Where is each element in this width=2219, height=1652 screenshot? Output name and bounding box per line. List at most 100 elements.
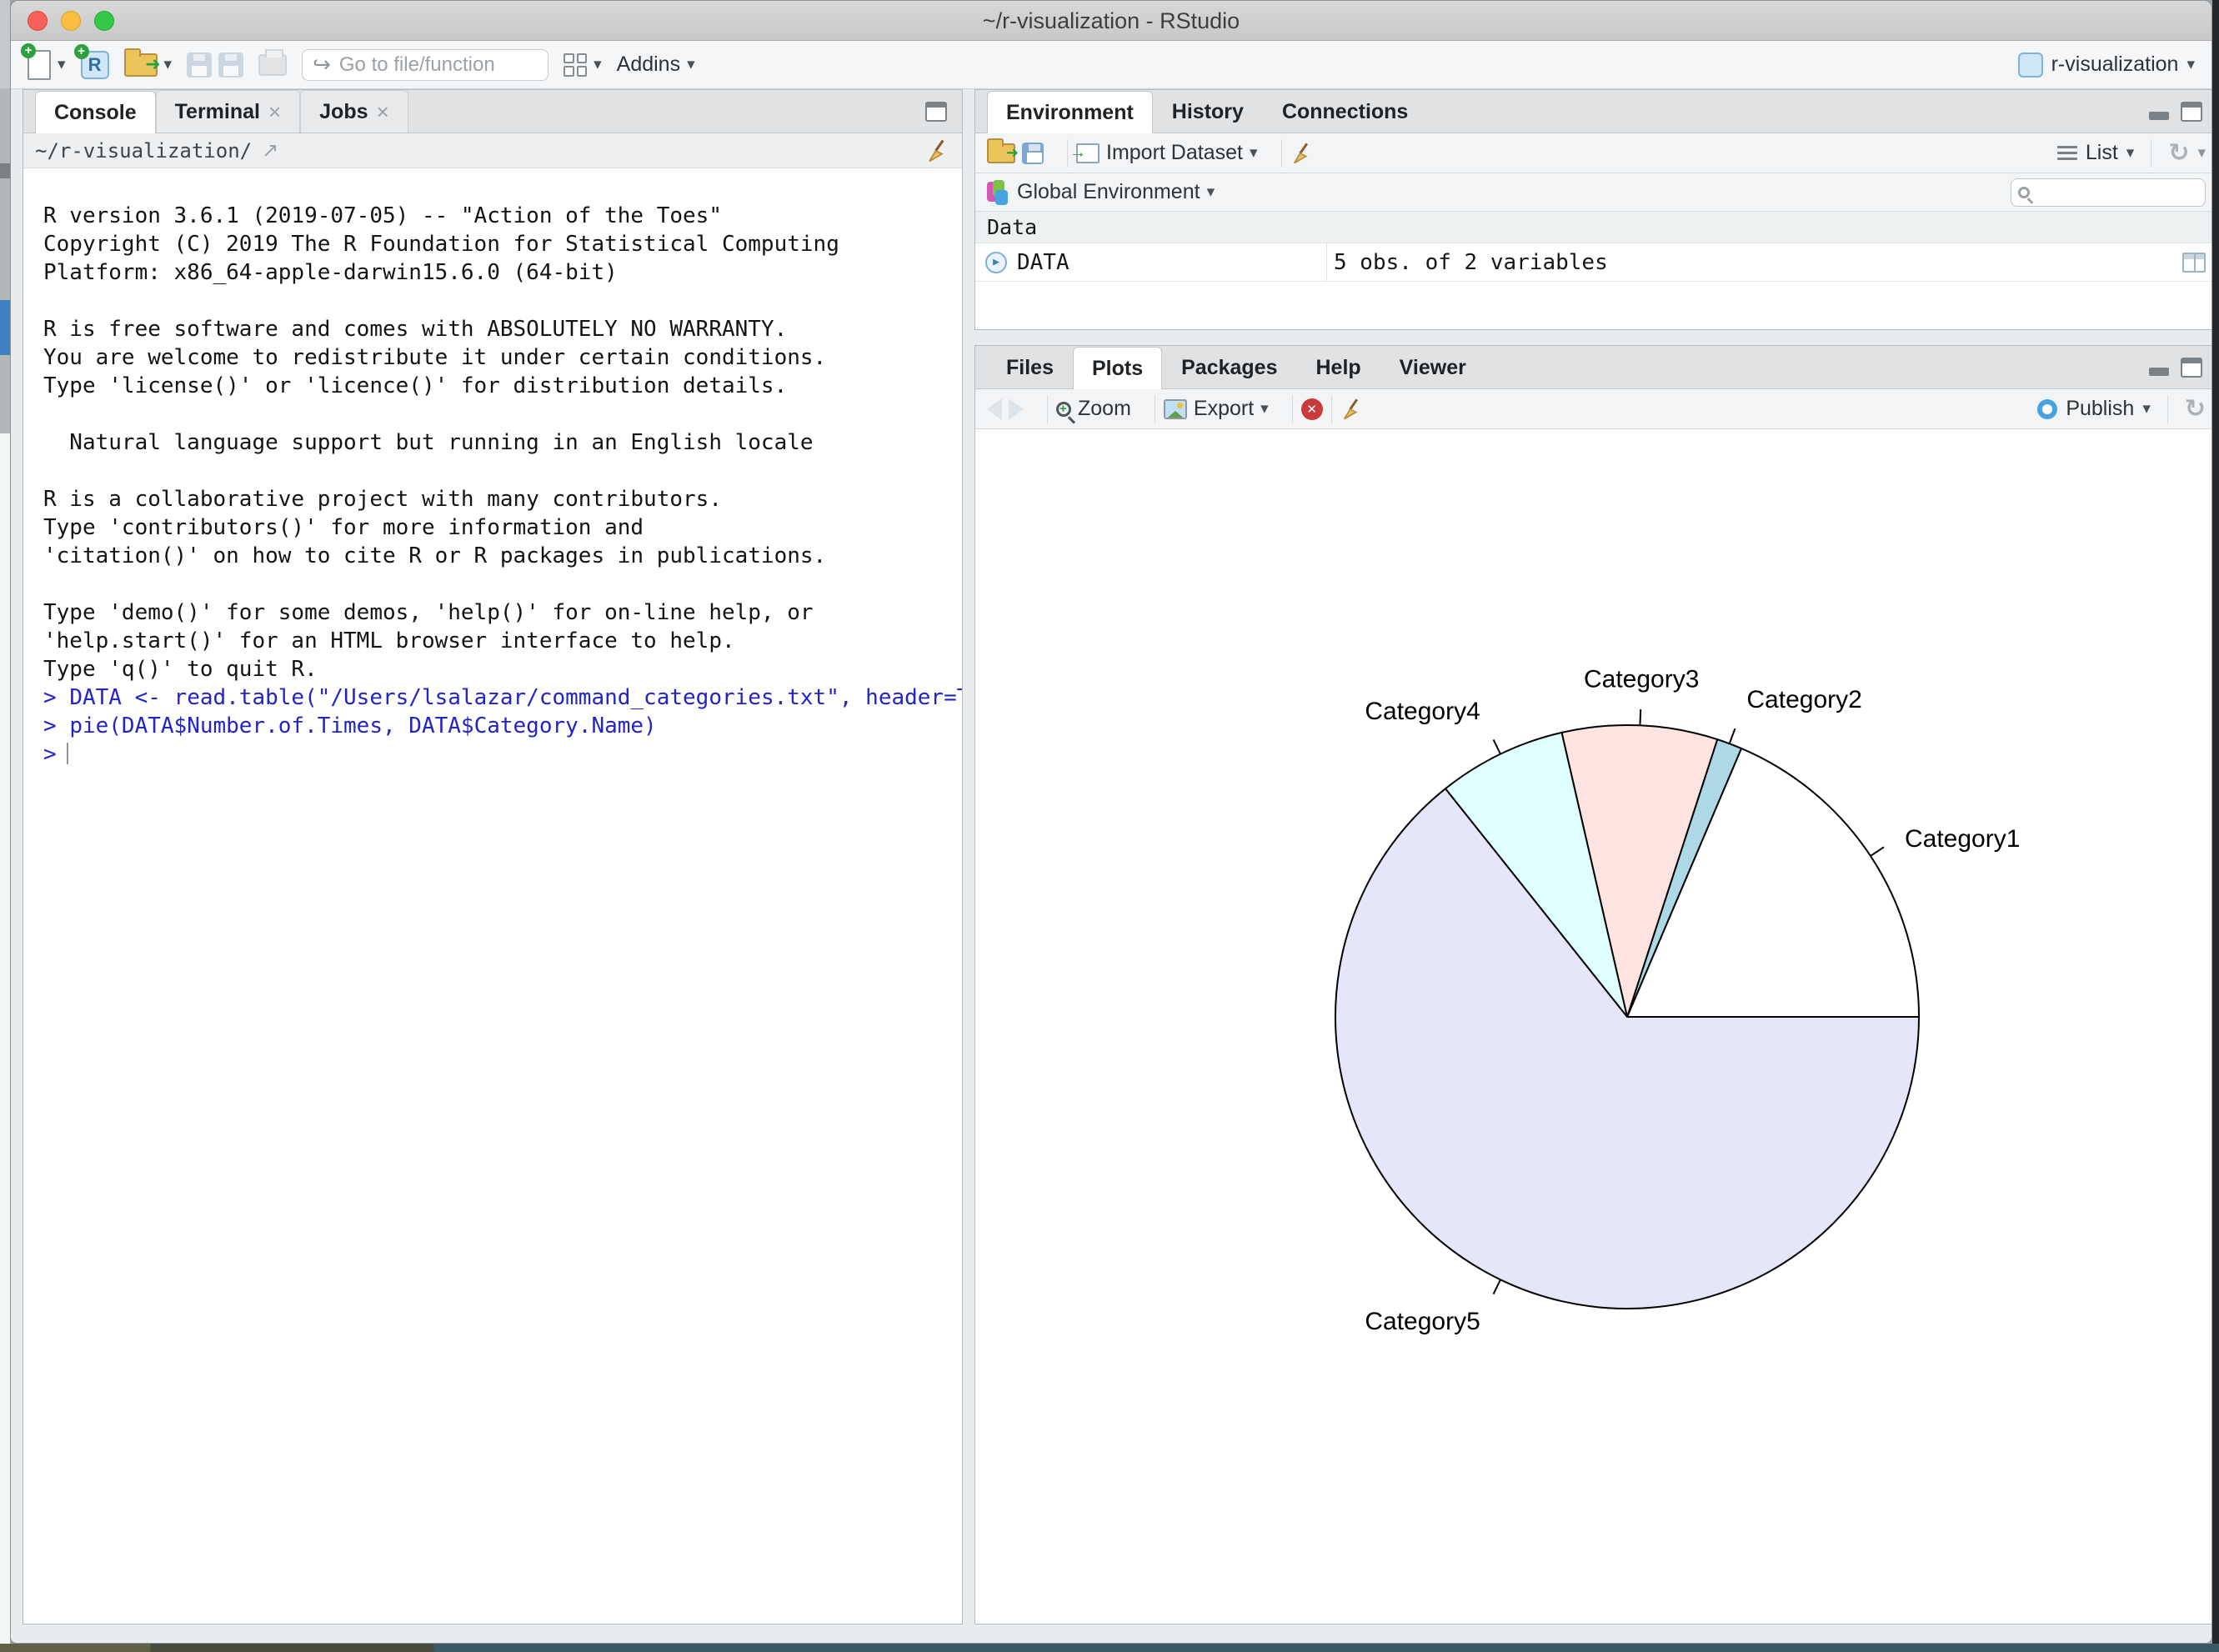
- export-plot-button[interactable]: Export: [1194, 397, 1254, 421]
- tab-help-label: Help: [1315, 348, 1360, 388]
- tab-environment-label: Environment: [1006, 93, 1134, 133]
- addins-caret[interactable]: ▾: [687, 57, 695, 73]
- screenshot-root: { "window": { "title": "~/r-visualizatio…: [0, 0, 2219, 1652]
- pie-label-tick: [1871, 847, 1884, 856]
- close-jobs-tab-icon[interactable]: ×: [377, 92, 389, 133]
- refresh-plot-icon[interactable]: ↻: [2185, 394, 2206, 423]
- list-view-caret[interactable]: ▾: [2126, 145, 2135, 161]
- import-dataset-icon: [1076, 143, 1099, 163]
- environment-search-box[interactable]: [2011, 178, 2206, 207]
- publish-button[interactable]: Publish: [2066, 397, 2134, 421]
- open-file-icon[interactable]: ➜: [124, 53, 158, 77]
- tab-terminal[interactable]: Terminal ×: [156, 90, 301, 133]
- tab-help[interactable]: Help: [1296, 346, 1380, 388]
- project-menu-caret[interactable]: ▾: [2186, 57, 2195, 73]
- maximize-plots-pane-icon[interactable]: [2181, 358, 2202, 378]
- open-directory-arrow-icon[interactable]: ↗: [262, 138, 278, 163]
- tab-console[interactable]: Console: [35, 91, 156, 133]
- go-to-file-input[interactable]: [339, 53, 538, 77]
- export-plot-icon: [1164, 399, 1187, 419]
- new-file-dropdown-caret[interactable]: ▾: [58, 57, 66, 73]
- background-selection-highlight: [0, 300, 10, 355]
- window-title: ~/r-visualization - RStudio: [11, 1, 2211, 41]
- new-file-icon[interactable]: +: [28, 50, 51, 80]
- tab-jobs[interactable]: Jobs ×: [300, 90, 408, 133]
- import-dataset-caret[interactable]: ▾: [1250, 145, 1258, 161]
- tab-terminal-label: Terminal: [175, 92, 260, 133]
- tab-history[interactable]: History: [1153, 90, 1263, 133]
- tab-connections[interactable]: Connections: [1263, 90, 1427, 133]
- environment-search-input[interactable]: [2035, 182, 2198, 203]
- object-name: DATA: [1017, 250, 1069, 275]
- pie-chart: Category1Category2Category3Category4Cate…: [975, 429, 2212, 1624]
- print-icon: [258, 54, 287, 76]
- pie-label-tick: [1730, 728, 1736, 743]
- maximize-console-pane-icon[interactable]: [925, 102, 947, 122]
- zoom-window-button[interactable]: [94, 11, 114, 31]
- project-menu-button[interactable]: r-visualization: [2051, 53, 2179, 77]
- clear-environment-broom-icon[interactable]: [1290, 142, 1314, 165]
- save-icon: [187, 53, 212, 78]
- previous-plot-icon: [987, 398, 1002, 420]
- minimize-window-button[interactable]: [61, 11, 81, 31]
- minimize-environment-pane-icon[interactable]: [2149, 112, 2169, 120]
- console-startup-text: R version 3.6.1 (2019-07-05) -- "Action …: [23, 168, 962, 683]
- publish-icon: [2037, 399, 2057, 419]
- console-prompt-line[interactable]: >: [23, 740, 962, 768]
- clear-console-broom-icon[interactable]: [925, 138, 950, 163]
- maximize-environment-pane-icon[interactable]: [2181, 102, 2202, 122]
- list-view-button[interactable]: List: [2086, 141, 2118, 165]
- console-command-line: > pie(DATA$Number.of.Times, DATA$Categor…: [23, 712, 962, 740]
- refresh-environment-icon[interactable]: ↻: [2168, 138, 2189, 168]
- global-environment-caret[interactable]: ▾: [1207, 184, 1215, 200]
- list-view-icon: [2057, 143, 2077, 163]
- console-output-area[interactable]: R version 3.6.1 (2019-07-05) -- "Action …: [23, 168, 962, 1624]
- tab-plots-label: Plots: [1092, 348, 1143, 389]
- go-to-file-box[interactable]: ↪: [302, 49, 548, 81]
- view-data-grid-icon[interactable]: [2182, 253, 2206, 273]
- refresh-caret[interactable]: ▾: [2197, 145, 2206, 161]
- clear-all-plots-broom-icon[interactable]: [1340, 398, 1364, 421]
- working-directory: ~/r-visualization/: [35, 139, 252, 163]
- tab-files[interactable]: Files: [987, 346, 1073, 388]
- publish-caret[interactable]: ▾: [2142, 401, 2151, 417]
- console-panel: Console Terminal × Jobs × ~/r-visualizat…: [23, 89, 963, 1624]
- tab-environment[interactable]: Environment: [987, 91, 1153, 133]
- next-plot-icon: [1009, 398, 1024, 420]
- save-workspace-icon[interactable]: [1022, 143, 1044, 164]
- pie-label-category5: Category5: [1365, 1308, 1480, 1335]
- addins-button[interactable]: Addins: [617, 53, 680, 77]
- command-text: DATA <- read.table("/Users/lsalazar/comm…: [69, 685, 962, 710]
- plots-toolbar: + Zoom Export ▾ ✕ Publish ▾ ↻: [975, 389, 2212, 429]
- pie-label-category2: Category2: [1746, 686, 1861, 713]
- command-text: pie(DATA$Number.of.Times, DATA$Category.…: [69, 713, 656, 738]
- plot-display-area: Category1Category2Category3Category4Cate…: [975, 429, 2212, 1624]
- text-cursor: [67, 743, 68, 764]
- background-sliver-bottom: [0, 1644, 2219, 1652]
- environment-object-row[interactable]: ▶ DATA 5 obs. of 2 variables: [975, 243, 2212, 282]
- open-recent-dropdown-caret[interactable]: ▾: [164, 57, 173, 73]
- close-terminal-tab-icon[interactable]: ×: [268, 92, 281, 133]
- tab-viewer[interactable]: Viewer: [1380, 346, 1485, 388]
- tab-plots[interactable]: Plots: [1073, 347, 1162, 389]
- global-environment-selector[interactable]: Global Environment: [1017, 180, 1200, 204]
- import-dataset-button[interactable]: Import Dataset: [1106, 141, 1243, 165]
- expand-object-icon[interactable]: ▶: [985, 252, 1007, 273]
- pie-label-tick: [1494, 739, 1500, 753]
- load-workspace-icon[interactable]: ➜: [987, 143, 1015, 163]
- new-project-icon[interactable]: R+: [81, 51, 109, 79]
- background-window-sliver-left: [0, 0, 10, 1652]
- pane-layout-icon[interactable]: [564, 53, 587, 77]
- close-window-button[interactable]: [28, 11, 48, 31]
- title-bar[interactable]: ~/r-visualization - RStudio: [11, 1, 2211, 41]
- tab-packages[interactable]: Packages: [1162, 346, 1296, 388]
- zoom-plot-button[interactable]: Zoom: [1078, 397, 1131, 421]
- tab-packages-label: Packages: [1181, 348, 1277, 388]
- tab-jobs-label: Jobs: [319, 92, 368, 133]
- minimize-plots-pane-icon[interactable]: [2149, 368, 2169, 376]
- remove-plot-icon[interactable]: ✕: [1301, 398, 1323, 420]
- background-segment: [0, 163, 10, 178]
- pane-layout-caret[interactable]: ▾: [594, 57, 602, 73]
- export-plot-caret[interactable]: ▾: [1260, 401, 1269, 417]
- prompt-symbol: >: [43, 742, 57, 767]
